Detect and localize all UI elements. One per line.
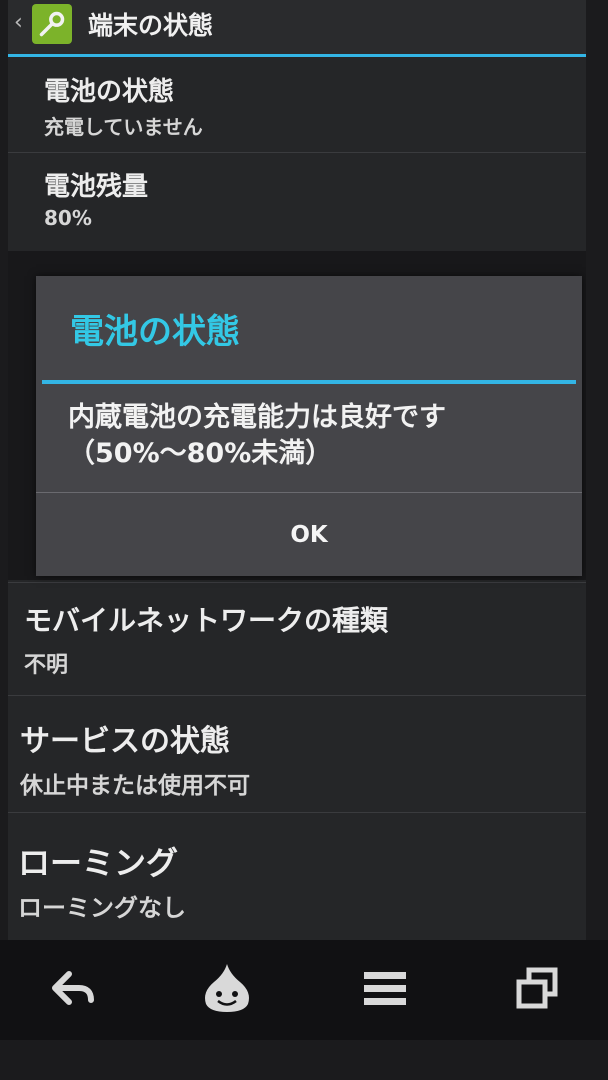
back-button[interactable] bbox=[38, 958, 108, 1018]
battery-status-dialog: 電池の状態 内蔵電池の充電能力は良好です（50%〜80%未満） OK bbox=[36, 276, 582, 576]
list-item-roaming[interactable]: ローミング ローミングなし bbox=[8, 812, 586, 940]
screen: ‹ 端末の状態 電池の状態 充電していません 電池残量 80% モバイルネットワ… bbox=[8, 0, 586, 1040]
list-item-title: 電池の状態 bbox=[44, 77, 175, 107]
list-item-title: モバイルネットワークの種類 bbox=[24, 604, 389, 637]
list-item-subtitle: 80% bbox=[44, 206, 92, 230]
list-item-battery-level[interactable]: 電池残量 80% bbox=[8, 152, 586, 251]
home-button[interactable] bbox=[192, 958, 262, 1018]
menu-icon bbox=[364, 972, 406, 1005]
menu-button[interactable] bbox=[350, 958, 420, 1018]
list-item-subtitle: 休止中または使用不可 bbox=[20, 773, 250, 799]
up-caret-icon[interactable]: ‹ bbox=[14, 10, 23, 35]
list-item-title: 電池残量 bbox=[44, 172, 149, 202]
list-item-mobile-network-type[interactable]: モバイルネットワークの種類 不明 bbox=[8, 582, 586, 696]
list-item-title: ローミング bbox=[18, 844, 179, 882]
wrench-icon bbox=[39, 11, 65, 37]
dialog-title-divider bbox=[42, 380, 576, 384]
wrench-app-icon[interactable] bbox=[32, 4, 72, 44]
list-item-title: サービスの状態 bbox=[20, 724, 230, 759]
dialog-title: 電池の状態 bbox=[70, 312, 240, 352]
dialog-message: 内蔵電池の充電能力は良好です（50%〜80%未満） bbox=[68, 402, 446, 469]
ok-button[interactable]: OK bbox=[36, 493, 582, 576]
list-item-battery-status[interactable]: 電池の状態 充電していません bbox=[8, 57, 586, 153]
list-item-subtitle: 不明 bbox=[24, 653, 69, 678]
list-item-service-state[interactable]: サービスの状態 休止中または使用不可 bbox=[8, 694, 586, 813]
back-arrow-icon bbox=[52, 971, 94, 1005]
list-item-subtitle: ローミングなし bbox=[18, 894, 186, 922]
navigation-bar bbox=[0, 940, 608, 1040]
action-bar: ‹ 端末の状態 bbox=[8, 0, 586, 57]
list-item-subtitle: 充電していません bbox=[44, 115, 203, 139]
recent-apps-button[interactable] bbox=[502, 958, 572, 1018]
slime-home-icon bbox=[205, 964, 249, 1012]
page-title: 端末の状態 bbox=[88, 11, 214, 40]
recent-apps-icon bbox=[516, 967, 558, 1009]
